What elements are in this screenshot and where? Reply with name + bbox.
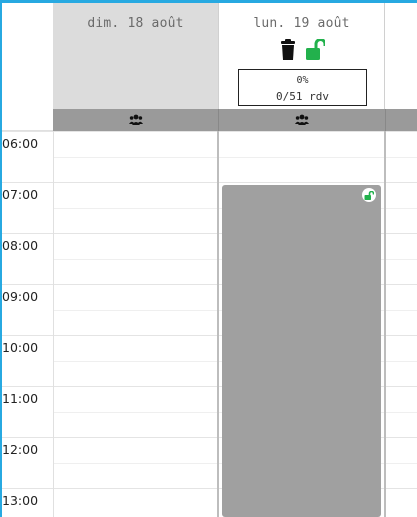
unlock-icon[interactable] <box>305 39 325 61</box>
resource-group-bar <box>2 109 417 131</box>
hour-label: 13:00 <box>2 493 39 508</box>
day-column-header-sunday: dim. 18 août <box>53 3 218 109</box>
unlock-icon <box>364 190 374 200</box>
hour-label: 07:00 <box>2 187 39 202</box>
group-cell-next[interactable] <box>385 109 417 131</box>
day-title: lun. 19 août <box>253 16 350 31</box>
block-unlock-badge[interactable] <box>362 188 376 202</box>
users-icon <box>295 114 309 125</box>
half-hour-divider <box>53 157 417 158</box>
hour-divider <box>2 182 417 183</box>
hour-label: 09:00 <box>2 289 39 304</box>
day-divider <box>384 131 386 517</box>
group-cell-sunday[interactable] <box>53 109 218 131</box>
appointment-count: 0/51 rdv <box>276 90 329 103</box>
hour-label: 10:00 <box>2 340 39 355</box>
day-divider <box>217 131 219 517</box>
availability-block[interactable] <box>222 185 381 517</box>
hour-divider <box>2 131 417 132</box>
hour-row: 06:00 <box>2 131 417 182</box>
day-column-header-next <box>385 3 417 109</box>
hour-label: 08:00 <box>2 238 39 253</box>
users-icon <box>128 114 143 125</box>
hour-label: 11:00 <box>2 391 39 406</box>
hour-label: 06:00 <box>2 136 39 151</box>
booking-percent: 0% <box>296 75 309 86</box>
day-stats-box: 0% 0/51 rdv <box>238 69 367 106</box>
group-cell-monday[interactable] <box>218 109 385 131</box>
group-bar-gutter <box>2 109 53 131</box>
day-column-header-monday: lun. 19 août 0% 0/51 rdv <box>218 3 385 109</box>
day-title: dim. 18 août <box>87 16 184 31</box>
hour-label: 12:00 <box>2 442 39 457</box>
day-actions <box>219 39 384 61</box>
trash-icon[interactable] <box>278 39 298 61</box>
gutter-divider <box>53 131 54 517</box>
time-gutter-header <box>2 3 53 109</box>
